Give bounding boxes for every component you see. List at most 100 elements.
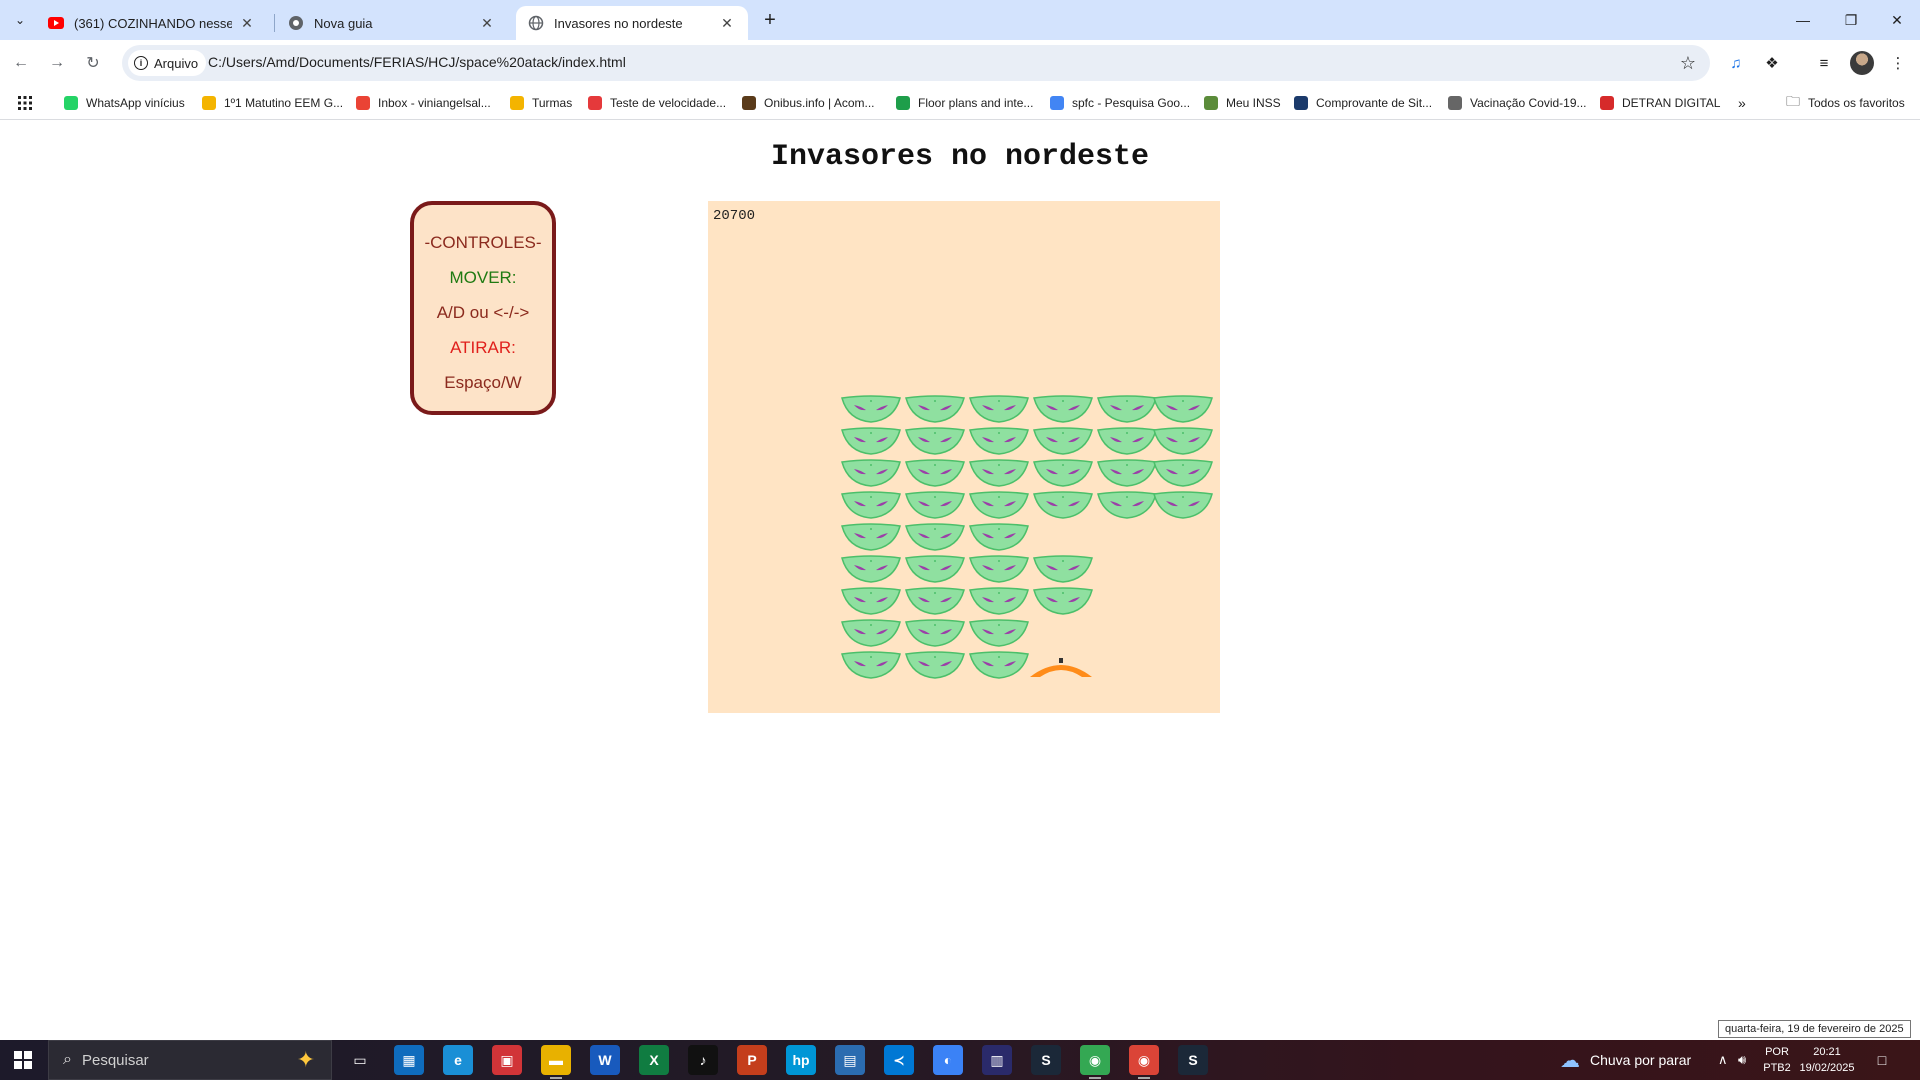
taskbar-clock[interactable]: 20:21 19/02/2025 [1796,1044,1858,1076]
floorplan-icon [896,96,910,110]
invader [841,555,901,583]
browser-icon[interactable]: ◐ [933,1045,963,1075]
restore-icon[interactable]: ❐ [1828,0,1874,40]
minimize-icon[interactable]: — [1780,0,1826,40]
tab-title: Invasores no nordeste [554,15,683,31]
bookmark-item[interactable]: Comprovante de Sit... [1294,94,1432,112]
bookmark-label: Vacinação Covid-19... [1470,96,1587,110]
invader [969,523,1029,551]
office-icon[interactable]: ▣ [492,1045,522,1075]
chrome-profile-icon[interactable]: ◉ [1129,1045,1159,1079]
tab-title: (361) COZINHANDO nesse NOVO [74,15,232,31]
bookmark-item[interactable]: spfc - Pesquisa Goo... [1050,94,1190,112]
apps-grid-icon[interactable] [18,94,32,112]
bookmark-label: Turmas [532,96,573,110]
bookmark-item[interactable]: Teste de velocidade... [588,94,726,112]
more-bookmarks-chevron-icon[interactable]: » [1738,94,1746,112]
invader [905,555,965,583]
windows-start-icon[interactable] [0,1040,46,1080]
calculator-icon[interactable]: ▤ [835,1045,865,1075]
hp-icon[interactable]: hp [786,1045,816,1075]
word-icon[interactable]: W [590,1045,620,1075]
chrome-icon[interactable]: ◉ [1080,1045,1110,1079]
menu-kebab-icon[interactable]: ⋮ [1886,51,1910,75]
extensions-icon[interactable]: ❖ [1760,51,1784,75]
taskbar-search-box[interactable]: ⌕ Pesquisar ✦ [48,1040,332,1080]
bookmark-item[interactable]: Onibus.info | Acom... [742,94,875,112]
profile-avatar[interactable] [1850,51,1874,75]
bookmark-item[interactable]: Turmas [510,94,572,112]
invader [905,651,965,679]
vscode-icon[interactable]: ≺ [884,1045,914,1075]
tab-title: Nova guia [314,15,373,31]
tab-invasores[interactable]: Invasores no nordeste ✕ [516,6,748,40]
store-icon[interactable]: ▦ [394,1045,424,1075]
powerpoint-icon[interactable]: P [737,1045,767,1075]
notifications-icon[interactable]: □ [1870,1048,1894,1072]
move-label: MOVER: [449,268,517,287]
read-aloud-icon[interactable]: ♫ [1724,51,1748,75]
bookmark-item[interactable]: DETRAN DIGITAL [1600,94,1720,112]
close-tab-icon[interactable]: ✕ [478,14,496,32]
new-tab-button[interactable]: + [758,8,782,32]
bookmark-item[interactable]: WhatsApp vinícius [64,94,185,112]
bookmark-label: Onibus.info | Acom... [764,96,875,110]
tab-search-list-icon[interactable]: ≡ [1812,51,1836,75]
controls-panel: -CONTROLES- MOVER: A/D ou <-/-> ATIRAR: … [410,201,556,415]
copilot-sparkle-icon[interactable]: ✦ [297,1047,315,1073]
tiktok-icon[interactable]: ♪ [688,1045,718,1075]
bookmarks-bar: WhatsApp vinícius 1º1 Matutino EEM G... In… [0,86,1920,120]
close-window-icon[interactable]: ✕ [1874,0,1920,40]
url-text[interactable]: C:/Users/Amd/Documents/FERIAS/HCJ/space%… [208,54,626,70]
address-bar[interactable]: i Arquivo C:/Users/Amd/Documents/FERIAS/… [122,45,1710,81]
tab-youtube[interactable]: (361) COZINHANDO nesse NOVO ✕ [36,6,268,40]
weather-text: Chuva por parar [1590,1052,1692,1068]
tray-chevron-icon[interactable]: ∧ [1718,1040,1728,1080]
invader [841,427,901,455]
bookmark-label: Inbox - viniangelsal... [378,96,491,110]
taskbar: ⌕ Pesquisar ✦ ▭ ▦ e ▣ ▬ W X ♪ Php ▤ ≺ ◐ ▥ S ◉ ◉ S ☁ Chuv… [0,1040,1920,1080]
task-view-icon[interactable]: ▭ [345,1045,375,1075]
back-icon[interactable]: ← [8,50,34,76]
game-canvas[interactable]: 20700 [708,201,1220,713]
receita-icon [1294,96,1308,110]
bookmark-item[interactable]: Floor plans and inte... [896,94,1033,112]
search-placeholder: Pesquisar [81,1051,149,1069]
classroom-icon [202,96,216,110]
excel-icon[interactable]: X [639,1045,669,1075]
bookmark-item[interactable]: 1º1 Matutino EEM G... [202,94,343,112]
reload-icon[interactable]: ↻ [80,50,106,76]
player-ship [1030,658,1092,677]
explorer-icon[interactable]: ▬ [541,1045,571,1079]
all-bookmarks-folder[interactable]: 🗀 Todos os favoritos [1786,93,1905,112]
bookmark-label: spfc - Pesquisa Goo... [1072,96,1191,110]
bookmark-item[interactable]: Meu INSS [1204,94,1281,112]
volume-icon[interactable]: 🔊︎ [1738,1040,1746,1080]
bars-app-icon[interactable]: ▥ [982,1045,1012,1075]
tab-search-chevron-icon[interactable]: ⌄ [8,8,32,32]
bookmark-star-icon[interactable]: ☆ [1680,53,1696,74]
invader [969,555,1029,583]
invader [969,427,1029,455]
tab-new-tab[interactable]: Nova guia ✕ [276,6,508,40]
steam-client-icon[interactable]: S [1178,1045,1208,1075]
weather-widget[interactable]: ☁ Chuva por parar [1560,1040,1691,1080]
invader [841,523,901,551]
language-indicator[interactable]: POR PTB2 [1760,1044,1794,1076]
bookmark-item[interactable]: Inbox - viniangelsal... [356,94,491,112]
invader [1153,427,1213,455]
invader [841,491,901,519]
close-tab-icon[interactable]: ✕ [238,14,256,32]
close-tab-icon[interactable]: ✕ [718,14,736,32]
clock-time: 20:21 [1813,1046,1841,1058]
forward-icon[interactable]: → [44,50,70,76]
bookmark-label: Meu INSS [1226,96,1281,110]
site-info-chip[interactable]: i Arquivo [128,50,207,76]
steam-icon[interactable]: S [1031,1045,1061,1075]
invader [905,427,965,455]
date-tooltip: quarta-feira, 19 de fevereiro de 2025 [1718,1020,1911,1038]
bookmark-item[interactable]: Vacinação Covid-19... [1448,94,1587,112]
bookmark-label: WhatsApp vinícius [86,96,185,110]
edge-icon[interactable]: e [443,1045,473,1075]
invader [905,395,965,423]
